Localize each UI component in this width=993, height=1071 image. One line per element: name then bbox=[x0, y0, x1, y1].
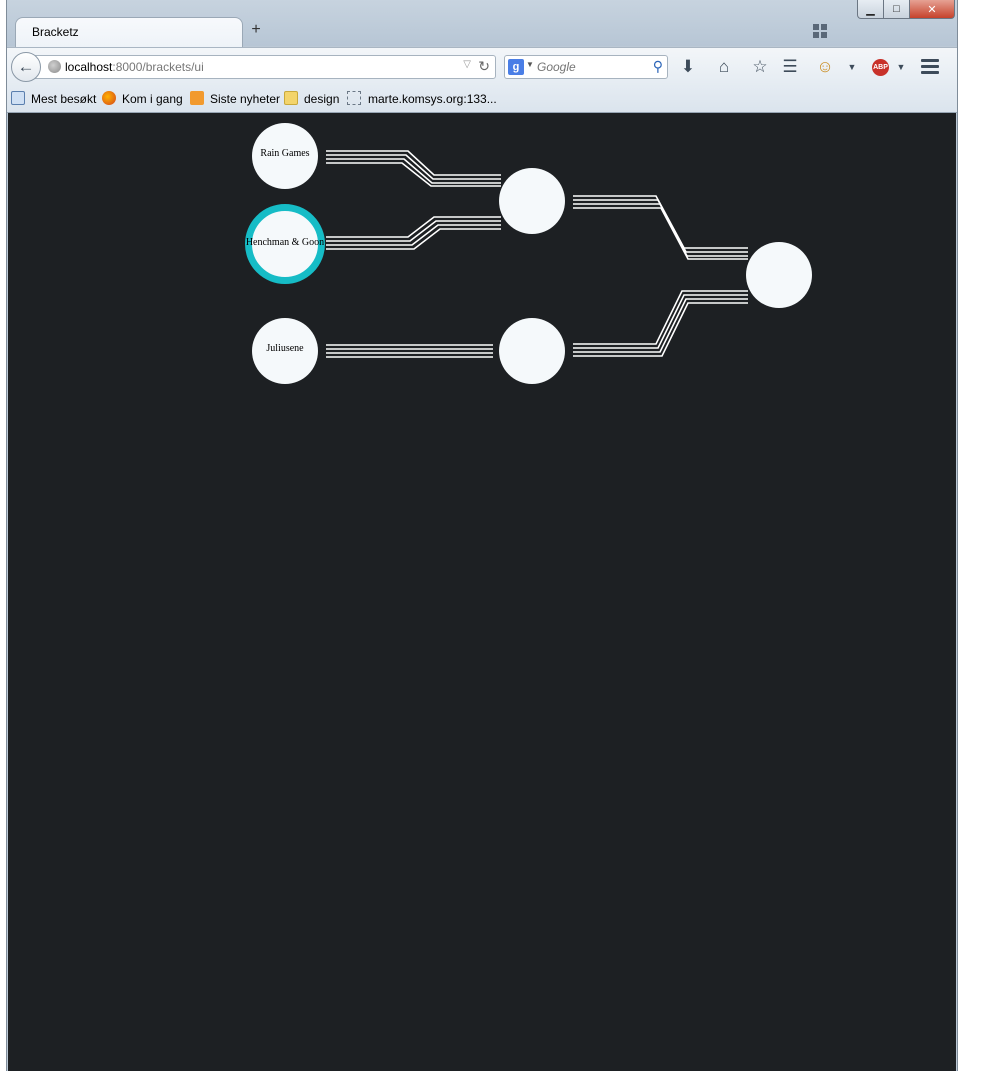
bracket-canvas: Rain Games Henchman & Goon Juliusene bbox=[245, 123, 812, 384]
adblock-dropdown-icon[interactable]: ▼ bbox=[890, 62, 912, 72]
semifinal-node-bottom[interactable] bbox=[499, 318, 565, 384]
home-icon[interactable]: ⌂ bbox=[713, 57, 735, 77]
browser-window: Bracketz + ▁ □ ✕ localhost:8000/brackets… bbox=[6, 0, 958, 1071]
menu-icon[interactable] bbox=[921, 59, 939, 77]
connector-semifinal-top bbox=[573, 195, 748, 260]
team-label: Henchman & Goon bbox=[246, 237, 324, 248]
tab-groups-icon[interactable] bbox=[813, 24, 827, 38]
firefox-icon bbox=[102, 91, 116, 105]
bookmarks-toolbar: Mest besøkt Kom i gang Siste nyheter des… bbox=[7, 87, 957, 113]
folder-icon bbox=[284, 91, 298, 105]
blank-page-icon bbox=[347, 91, 361, 105]
connector-semifinal-bottom bbox=[573, 290, 748, 357]
window-controls: ▁ □ ✕ bbox=[857, 0, 955, 20]
adblock-icon[interactable]: ABP bbox=[872, 59, 889, 76]
team-label: Rain Games bbox=[260, 148, 309, 159]
bookmark-marte-komsys[interactable]: marte.komsys.org:133... bbox=[368, 92, 497, 106]
semifinal-node-top[interactable] bbox=[499, 168, 565, 234]
title-bar: Bracketz + ▁ □ ✕ bbox=[7, 0, 957, 47]
connector-henchman-goon bbox=[326, 216, 501, 250]
new-tab-button[interactable]: + bbox=[247, 21, 265, 39]
rss-icon bbox=[190, 91, 204, 105]
close-button[interactable]: ✕ bbox=[909, 0, 955, 19]
reading-list-icon[interactable]: ☰ bbox=[779, 57, 801, 77]
back-button[interactable]: ← bbox=[11, 52, 41, 82]
final-node[interactable] bbox=[746, 242, 812, 308]
bookmark-star-icon[interactable]: ☆ bbox=[749, 57, 771, 77]
extension-dropdown-icon[interactable]: ▼ bbox=[841, 62, 863, 72]
tab-title: Bracketz bbox=[32, 25, 79, 39]
url-history-dropdown-icon[interactable]: ▽ bbox=[463, 59, 471, 70]
search-icon[interactable]: ⚲ bbox=[653, 58, 663, 75]
download-icon[interactable]: ⬇ bbox=[677, 57, 699, 77]
navigation-bar: localhost:8000/brackets/ui ▽ ↻ ← g ▼ ⚲ ⬇… bbox=[7, 47, 957, 87]
bookmark-star-icon bbox=[11, 91, 25, 105]
page-content: Rain Games Henchman & Goon Juliusene bbox=[8, 113, 956, 1071]
bookmark-siste-nyheter[interactable]: Siste nyheter bbox=[210, 92, 280, 106]
bookmark-kom-i-gang[interactable]: Kom i gang bbox=[122, 92, 183, 106]
back-arrow-icon: ← bbox=[17, 57, 35, 76]
url-path: :8000/brackets/ui bbox=[112, 60, 204, 74]
search-input[interactable] bbox=[537, 60, 637, 74]
reload-icon[interactable]: ↻ bbox=[478, 58, 490, 75]
maximize-button[interactable]: □ bbox=[883, 0, 910, 19]
bookmark-mest-besokt[interactable]: Mest besøkt bbox=[31, 92, 96, 106]
team-node-rain-games[interactable]: Rain Games bbox=[252, 123, 318, 189]
url-host: localhost bbox=[65, 60, 113, 74]
url-text[interactable]: localhost:8000/brackets/ui bbox=[65, 60, 204, 74]
extension-face-icon[interactable]: ☺ bbox=[814, 57, 836, 77]
team-label: Juliusene bbox=[266, 343, 304, 354]
minimize-button[interactable]: ▁ bbox=[857, 0, 884, 19]
connector-rain-games bbox=[326, 150, 501, 187]
tab-bracketz[interactable]: Bracketz bbox=[15, 17, 243, 47]
bookmark-design[interactable]: design bbox=[304, 92, 339, 106]
team-node-juliusene[interactable]: Juliusene bbox=[252, 318, 318, 384]
search-bar[interactable]: g ▼ ⚲ bbox=[504, 55, 668, 79]
google-logo-icon[interactable]: g bbox=[508, 59, 524, 75]
connector-juliusene bbox=[326, 344, 493, 358]
site-identity-icon[interactable] bbox=[48, 60, 61, 73]
team-node-henchman-goon[interactable]: Henchman & Goon bbox=[245, 204, 325, 284]
search-engine-dropdown-icon[interactable]: ▼ bbox=[526, 60, 534, 69]
address-bar[interactable]: localhost:8000/brackets/ui ▽ ↻ bbox=[33, 55, 496, 79]
